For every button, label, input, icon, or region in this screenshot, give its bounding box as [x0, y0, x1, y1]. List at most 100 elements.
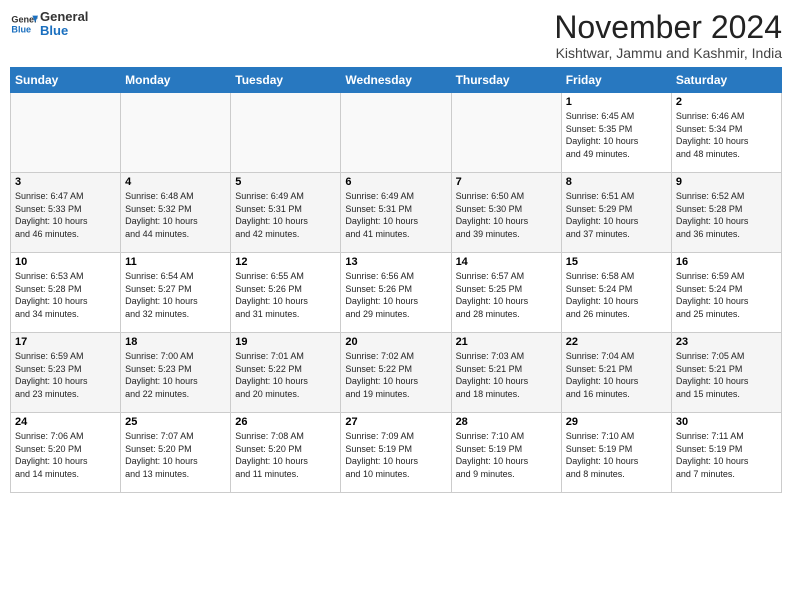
day-info: Sunrise: 7:00 AM Sunset: 5:23 PM Dayligh… — [125, 350, 226, 400]
day-number: 25 — [125, 416, 226, 428]
day-info: Sunrise: 6:58 AM Sunset: 5:24 PM Dayligh… — [566, 270, 667, 320]
calendar-cell: 8 Sunrise: 6:51 AM Sunset: 5:29 PM Daylig… — [561, 173, 671, 253]
calendar-cell: 16 Sunrise: 6:59 AM Sunset: 5:24 PM Dayli… — [671, 253, 781, 333]
week-row-5: 24Sunrise: 7:06 AM Sunset: 5:20 PM Dayli… — [11, 413, 782, 493]
day-number: 16 — [676, 256, 777, 268]
week-row-3: 10 Sunrise: 6:53 AM Sunset: 5:28 PM Dayli… — [11, 253, 782, 333]
day-info: Sunrise: 6:52 AM Sunset: 5:28 PM Dayligh… — [676, 190, 777, 240]
day-number: 19 — [235, 336, 336, 348]
month-title: November 2024 — [554, 10, 782, 45]
header-saturday: Saturday — [671, 68, 781, 93]
day-number: 12 — [235, 256, 336, 268]
calendar-cell: 9 Sunrise: 6:52 AM Sunset: 5:28 PM Daylig… — [671, 173, 781, 253]
calendar-cell: 15 Sunrise: 6:58 AM Sunset: 5:24 PM Dayli… — [561, 253, 671, 333]
day-info: Sunrise: 7:03 AM Sunset: 5:21 PM Dayligh… — [456, 350, 557, 400]
calendar-cell: 20 Sunrise: 7:02 AM Sunset: 5:22 PM Dayli… — [341, 333, 451, 413]
day-number: 18 — [125, 336, 226, 348]
day-info: Sunrise: 7:08 AM Sunset: 5:20 PM Dayligh… — [235, 430, 336, 480]
header-monday: Monday — [121, 68, 231, 93]
calendar-cell: 14 Sunrise: 6:57 AM Sunset: 5:25 PM Dayli… — [451, 253, 561, 333]
day-number: 26 — [235, 416, 336, 428]
title-block: November 2024 Kishtwar, Jammu and Kashmi… — [554, 10, 782, 61]
day-info: Sunrise: 6:53 AM Sunset: 5:28 PM Dayligh… — [15, 270, 116, 320]
day-info: Sunrise: 6:57 AM Sunset: 5:25 PM Dayligh… — [456, 270, 557, 320]
location: Kishtwar, Jammu and Kashmir, India — [554, 45, 782, 61]
day-number: 6 — [345, 176, 446, 188]
day-info: Sunrise: 6:46 AM Sunset: 5:34 PM Dayligh… — [676, 110, 777, 160]
day-number: 21 — [456, 336, 557, 348]
calendar-cell — [231, 93, 341, 173]
calendar-cell: 12 Sunrise: 6:55 AM Sunset: 5:26 PM Dayli… — [231, 253, 341, 333]
day-info: Sunrise: 6:47 AM Sunset: 5:33 PM Dayligh… — [15, 190, 116, 240]
day-info: Sunrise: 6:50 AM Sunset: 5:30 PM Dayligh… — [456, 190, 557, 240]
day-number: 7 — [456, 176, 557, 188]
day-number: 8 — [566, 176, 667, 188]
logo-general: General — [40, 10, 88, 24]
day-info: Sunrise: 6:59 AM Sunset: 5:24 PM Dayligh… — [676, 270, 777, 320]
day-number: 5 — [235, 176, 336, 188]
week-row-4: 17Sunrise: 6:59 AM Sunset: 5:23 PM Dayli… — [11, 333, 782, 413]
day-number: 11 — [125, 256, 226, 268]
calendar-cell: 26 Sunrise: 7:08 AM Sunset: 5:20 PM Dayli… — [231, 413, 341, 493]
day-info: Sunrise: 7:06 AM Sunset: 5:20 PM Dayligh… — [15, 430, 116, 480]
calendar-cell: 25 Sunrise: 7:07 AM Sunset: 5:20 PM Dayli… — [121, 413, 231, 493]
day-number: 29 — [566, 416, 667, 428]
day-info: Sunrise: 7:05 AM Sunset: 5:21 PM Dayligh… — [676, 350, 777, 400]
day-number: 3 — [15, 176, 116, 188]
calendar-cell — [11, 93, 121, 173]
svg-text:Blue: Blue — [11, 25, 31, 35]
day-info: Sunrise: 7:09 AM Sunset: 5:19 PM Dayligh… — [345, 430, 446, 480]
calendar-cell: 21 Sunrise: 7:03 AM Sunset: 5:21 PM Dayli… — [451, 333, 561, 413]
calendar-cell: 3 Sunrise: 6:47 AM Sunset: 5:33 PM Daylig… — [11, 173, 121, 253]
calendar-cell — [121, 93, 231, 173]
day-info: Sunrise: 6:51 AM Sunset: 5:29 PM Dayligh… — [566, 190, 667, 240]
day-number: 2 — [676, 96, 777, 108]
day-info: Sunrise: 6:49 AM Sunset: 5:31 PM Dayligh… — [235, 190, 336, 240]
day-info: Sunrise: 7:10 AM Sunset: 5:19 PM Dayligh… — [456, 430, 557, 480]
day-info: Sunrise: 6:59 AM Sunset: 5:23 PM Dayligh… — [15, 350, 116, 400]
calendar-cell: 5 Sunrise: 6:49 AM Sunset: 5:31 PM Daylig… — [231, 173, 341, 253]
day-info: Sunrise: 7:07 AM Sunset: 5:20 PM Dayligh… — [125, 430, 226, 480]
day-number: 9 — [676, 176, 777, 188]
day-number: 1 — [566, 96, 667, 108]
day-number: 14 — [456, 256, 557, 268]
day-info: Sunrise: 6:45 AM Sunset: 5:35 PM Dayligh… — [566, 110, 667, 160]
calendar-cell: 18 Sunrise: 7:00 AM Sunset: 5:23 PM Dayli… — [121, 333, 231, 413]
calendar-cell: 19Sunrise: 7:01 AM Sunset: 5:22 PM Dayli… — [231, 333, 341, 413]
calendar-cell: 13Sunrise: 6:56 AM Sunset: 5:26 PM Dayli… — [341, 253, 451, 333]
header-wednesday: Wednesday — [341, 68, 451, 93]
day-info: Sunrise: 6:56 AM Sunset: 5:26 PM Dayligh… — [345, 270, 446, 320]
calendar-cell: 6 Sunrise: 6:49 AM Sunset: 5:31 PM Daylig… — [341, 173, 451, 253]
calendar-cell: 4Sunrise: 6:48 AM Sunset: 5:32 PM Daylig… — [121, 173, 231, 253]
calendar-cell: 27 Sunrise: 7:09 AM Sunset: 5:19 PM Dayli… — [341, 413, 451, 493]
calendar-table: SundayMondayTuesdayWednesdayThursdayFrid… — [10, 67, 782, 493]
day-info: Sunrise: 7:10 AM Sunset: 5:19 PM Dayligh… — [566, 430, 667, 480]
calendar-cell: 29 Sunrise: 7:10 AM Sunset: 5:19 PM Dayli… — [561, 413, 671, 493]
logo: General Blue General Blue — [10, 10, 88, 39]
calendar-cell — [451, 93, 561, 173]
day-number: 15 — [566, 256, 667, 268]
day-number: 23 — [676, 336, 777, 348]
calendar-cell: 23 Sunrise: 7:05 AM Sunset: 5:21 PM Dayli… — [671, 333, 781, 413]
day-number: 27 — [345, 416, 446, 428]
day-number: 28 — [456, 416, 557, 428]
calendar-cell: 10 Sunrise: 6:53 AM Sunset: 5:28 PM Dayli… — [11, 253, 121, 333]
calendar-cell — [341, 93, 451, 173]
calendar-cell: 11 Sunrise: 6:54 AM Sunset: 5:27 PM Dayli… — [121, 253, 231, 333]
day-number: 4 — [125, 176, 226, 188]
calendar-cell: 30Sunrise: 7:11 AM Sunset: 5:19 PM Dayli… — [671, 413, 781, 493]
day-number: 10 — [15, 256, 116, 268]
day-number: 20 — [345, 336, 446, 348]
day-info: Sunrise: 7:11 AM Sunset: 5:19 PM Dayligh… — [676, 430, 777, 480]
header-friday: Friday — [561, 68, 671, 93]
week-row-1: 1 Sunrise: 6:45 AM Sunset: 5:35 PM Daylig… — [11, 93, 782, 173]
header-thursday: Thursday — [451, 68, 561, 93]
page-header: General Blue General Blue November 2024 … — [10, 10, 782, 61]
day-info: Sunrise: 6:49 AM Sunset: 5:31 PM Dayligh… — [345, 190, 446, 240]
day-info: Sunrise: 6:54 AM Sunset: 5:27 PM Dayligh… — [125, 270, 226, 320]
day-info: Sunrise: 6:55 AM Sunset: 5:26 PM Dayligh… — [235, 270, 336, 320]
calendar-cell: 24Sunrise: 7:06 AM Sunset: 5:20 PM Dayli… — [11, 413, 121, 493]
day-info: Sunrise: 7:02 AM Sunset: 5:22 PM Dayligh… — [345, 350, 446, 400]
day-number: 22 — [566, 336, 667, 348]
logo-blue: Blue — [40, 24, 88, 38]
